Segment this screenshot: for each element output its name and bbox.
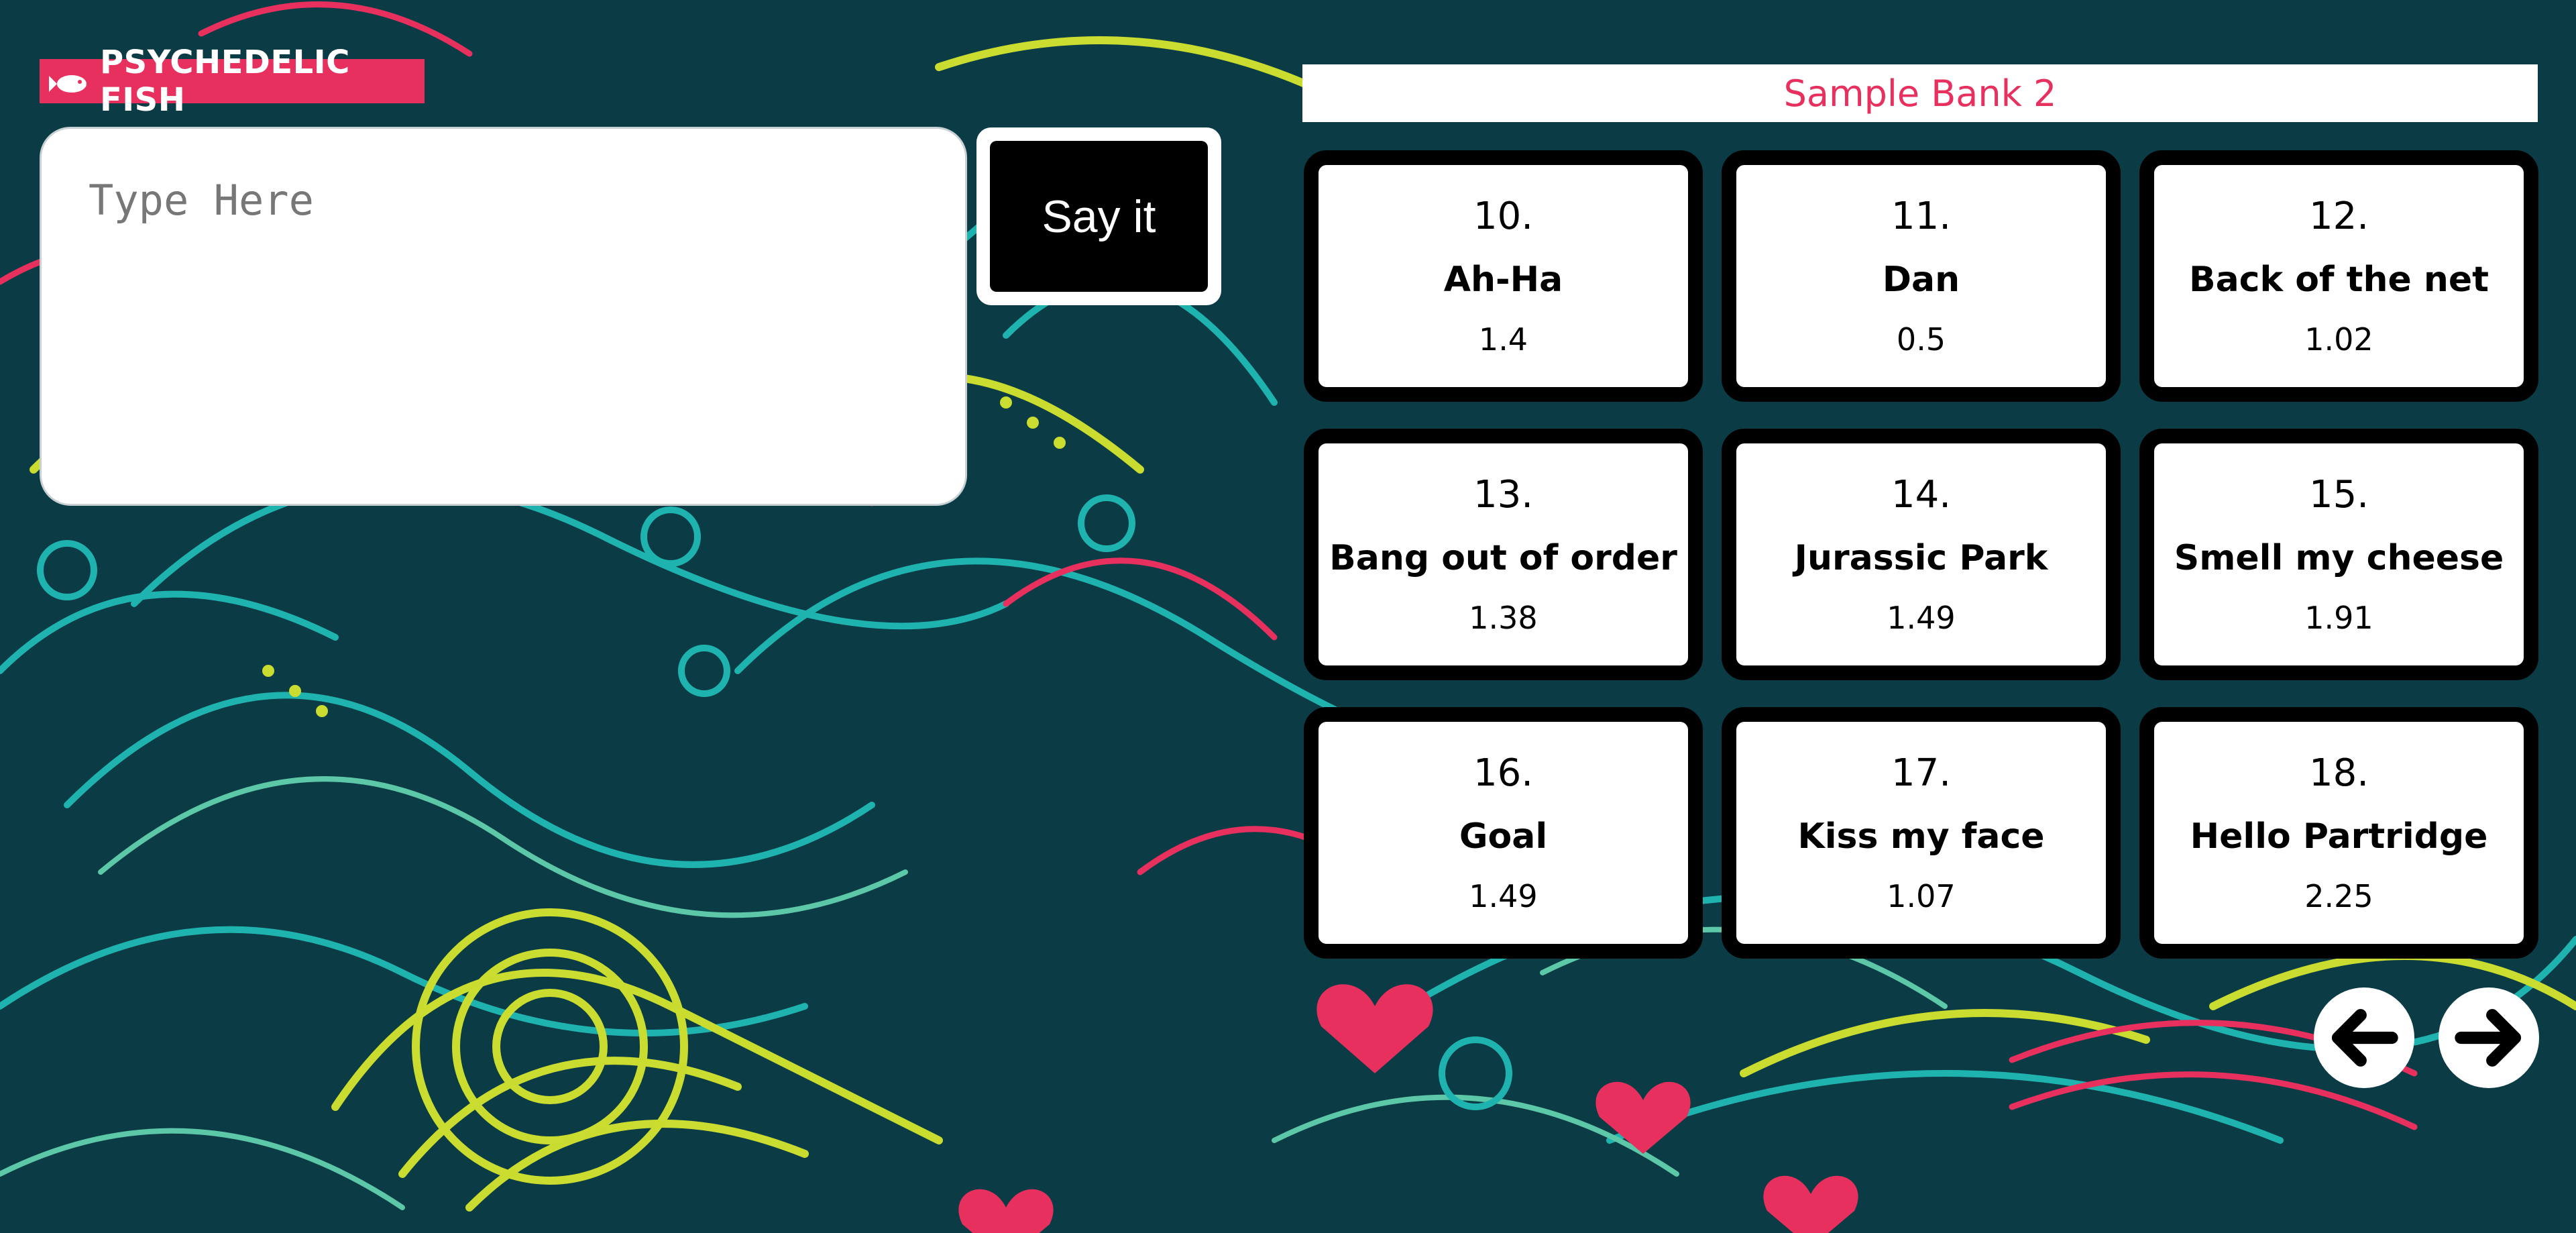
sample-duration: 2.25 <box>2304 877 2373 914</box>
sample-name: Bang out of order <box>1329 537 1677 578</box>
sample-tile-12[interactable]: 12. Back of the net 1.02 <box>2139 150 2538 402</box>
sample-name: Smell my cheese <box>2174 537 2504 578</box>
sample-tile-11[interactable]: 11. Dan 0.5 <box>1722 150 2121 402</box>
sample-number: 12. <box>2308 194 2369 238</box>
say-it-button-frame: Say it <box>976 127 1221 305</box>
sample-number: 15. <box>2308 472 2369 517</box>
sample-tile-15[interactable]: 15. Smell my cheese 1.91 <box>2139 429 2538 680</box>
sample-duration: 1.49 <box>1887 599 1956 636</box>
next-page-button[interactable] <box>2439 987 2539 1088</box>
sample-name: Kiss my face <box>1797 816 2045 857</box>
brand-name: PSYCHEDELIC FISH <box>100 44 350 119</box>
sample-duration: 1.02 <box>2304 321 2373 358</box>
sample-tile-13[interactable]: 13. Bang out of order 1.38 <box>1304 429 1703 680</box>
fish-icon <box>49 68 92 95</box>
sample-duration: 1.4 <box>1478 321 1528 358</box>
sample-name: Dan <box>1882 259 1960 300</box>
arrow-right-icon <box>2455 1009 2522 1067</box>
sample-duration: 1.49 <box>1469 877 1538 914</box>
sample-grid: 10. Ah-Ha 1.4 11. Dan 0.5 12. Back of th… <box>1304 150 2538 959</box>
sample-number: 14. <box>1891 472 1952 517</box>
sample-duration: 0.5 <box>1896 321 1946 358</box>
sample-number: 10. <box>1473 194 1534 238</box>
sample-tile-17[interactable]: 17. Kiss my face 1.07 <box>1722 707 2121 959</box>
sample-number: 18. <box>2308 751 2369 795</box>
sample-number: 16. <box>1473 751 1534 795</box>
sample-duration: 1.91 <box>2304 599 2373 636</box>
sample-bank-title: Sample Bank 2 <box>1302 64 2538 122</box>
arrow-left-icon <box>2331 1009 2398 1067</box>
sample-name: Ah-Ha <box>1443 259 1563 300</box>
sample-name: Jurassic Park <box>1794 537 2048 578</box>
sample-tile-18[interactable]: 18. Hello Partridge 2.25 <box>2139 707 2538 959</box>
sample-name: Back of the net <box>2188 259 2489 300</box>
sample-number: 11. <box>1891 194 1952 238</box>
sample-duration: 1.38 <box>1469 599 1538 636</box>
sample-number: 17. <box>1891 751 1952 795</box>
sample-name: Goal <box>1459 816 1548 857</box>
sample-tile-14[interactable]: 14. Jurassic Park 1.49 <box>1722 429 2121 680</box>
speech-text-input[interactable] <box>40 127 967 506</box>
sample-tile-16[interactable]: 16. Goal 1.49 <box>1304 707 1703 959</box>
sample-name: Hello Partridge <box>2190 816 2488 857</box>
sample-tile-10[interactable]: 10. Ah-Ha 1.4 <box>1304 150 1703 402</box>
say-it-button[interactable]: Say it <box>990 141 1208 292</box>
sample-duration: 1.07 <box>1887 877 1956 914</box>
previous-page-button[interactable] <box>2314 987 2414 1088</box>
sample-number: 13. <box>1473 472 1534 517</box>
brand-logo: PSYCHEDELIC FISH <box>40 44 425 119</box>
